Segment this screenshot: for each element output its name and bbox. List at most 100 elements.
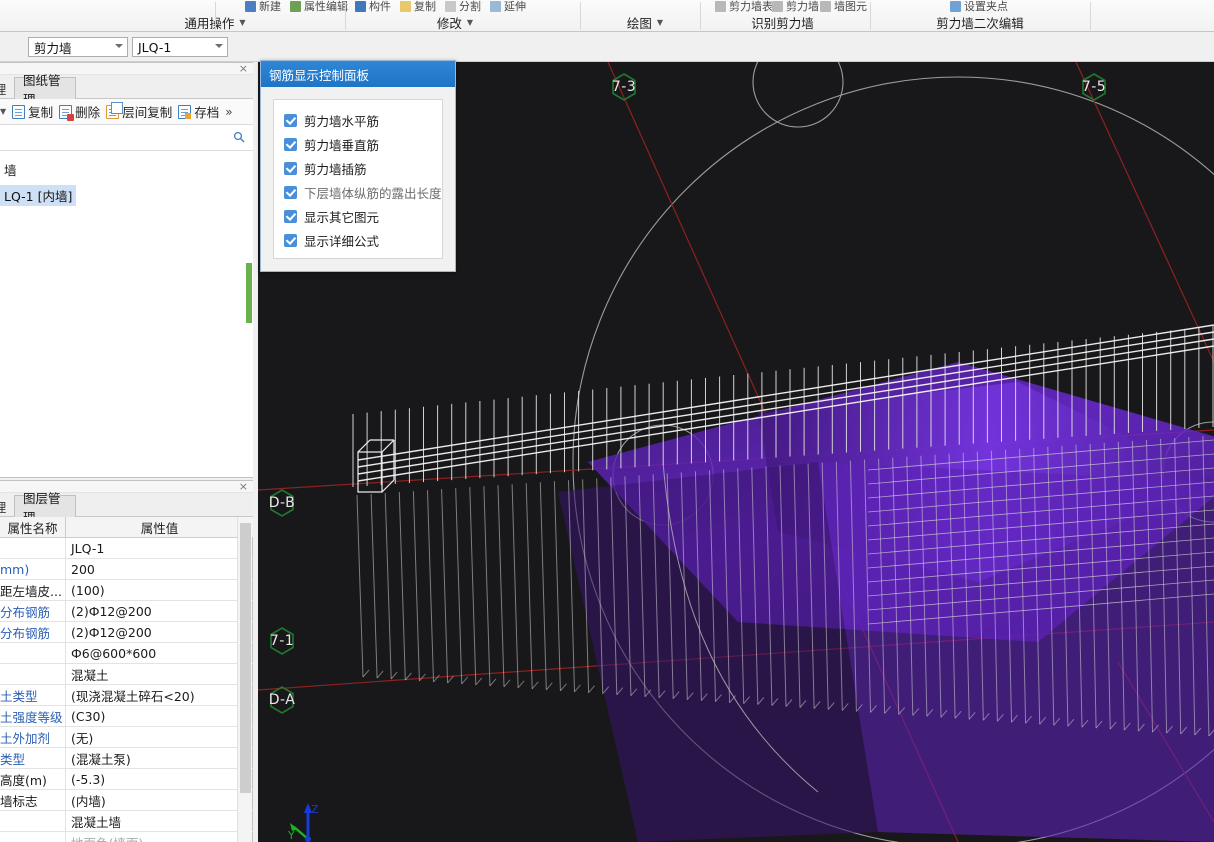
close-icon[interactable]: × xyxy=(239,481,248,492)
tree-scrollbar[interactable] xyxy=(246,63,252,477)
properties-tab-1[interactable]: 图层管理 xyxy=(14,495,76,517)
ribbon-command-9[interactable]: 设置夹点 xyxy=(950,0,1008,13)
property-value[interactable]: (无) xyxy=(66,727,253,747)
rebar-lower-dowel xyxy=(413,491,419,681)
grid-axis-label[interactable]: 7-5 xyxy=(1073,73,1115,101)
property-row[interactable]: JLQ-1 xyxy=(0,538,253,559)
grid-axis-label[interactable]: D-B xyxy=(261,489,303,517)
checkbox-checked-icon[interactable] xyxy=(284,210,297,223)
property-row[interactable]: 高度(m)(-5.3) xyxy=(0,769,253,790)
ribbon-command-7[interactable]: 剪力墙 xyxy=(772,0,819,13)
rebar-lower-dowel xyxy=(512,484,518,688)
property-row[interactable]: 混凝土墙 xyxy=(0,811,253,832)
toolbar-delete-button[interactable]: 删除 xyxy=(59,102,100,121)
property-value[interactable]: 混凝土 xyxy=(66,664,253,684)
ribbon-command-3[interactable]: 复制 xyxy=(400,0,436,13)
property-value[interactable]: JLQ-1 xyxy=(66,538,253,558)
property-value[interactable]: 混凝土墙 xyxy=(66,811,253,831)
search-icon[interactable] xyxy=(233,131,245,143)
toolbar-overflow-left[interactable]: ▼ xyxy=(0,107,6,116)
rebar-option-1[interactable]: 剪力墙垂直筋 xyxy=(284,132,442,156)
properties-scrollbar[interactable] xyxy=(237,517,252,842)
svg-text:Y: Y xyxy=(287,829,295,842)
property-value[interactable]: (内墙) xyxy=(66,790,253,810)
search-input[interactable] xyxy=(0,128,220,147)
ribbon-command-0[interactable]: 新建 xyxy=(245,0,281,13)
property-row[interactable]: 类型(混凝土泵) xyxy=(0,748,253,769)
property-row[interactable]: Ф6@600*600 xyxy=(0,643,253,664)
chevron-down-icon[interactable]: ▼ xyxy=(239,19,245,27)
tree-item-1[interactable]: LQ-1 [内墙] xyxy=(0,185,76,206)
ribbon-command-8[interactable]: 墙图元 xyxy=(820,0,867,13)
ribbon-command-4[interactable]: 分割 xyxy=(445,0,481,13)
ribbon-group-3[interactable]: 识别剪力墙 xyxy=(710,13,855,32)
drawing-manager-tab-0[interactable]: 理 xyxy=(0,77,14,99)
property-row[interactable]: 土外加剂(无) xyxy=(0,727,253,748)
ribbon-command-5[interactable]: 延伸 xyxy=(490,0,526,13)
toolbar-layer-copy-button[interactable]: 层间复制 xyxy=(106,102,172,121)
component-name-combobox[interactable]: JLQ-1 xyxy=(132,37,228,57)
property-name xyxy=(0,643,66,663)
chevron-down-icon[interactable]: ▼ xyxy=(467,19,473,27)
property-value[interactable]: (现浇混凝土碎石<20) xyxy=(66,685,253,705)
checkbox-checked-icon[interactable] xyxy=(284,114,297,127)
property-value[interactable]: (C30) xyxy=(66,706,253,726)
toolbar-archive-button[interactable]: 存档 xyxy=(178,102,219,121)
property-value[interactable]: 200 xyxy=(66,559,253,579)
property-value[interactable]: 地面负(墙面) xyxy=(66,832,253,842)
ribbon-group-2[interactable]: 绘图▼ xyxy=(590,13,700,32)
checkbox-checked-icon[interactable] xyxy=(284,186,297,199)
grid-axis-label-text: 7-5 xyxy=(1082,79,1106,95)
property-value[interactable]: (2)Ф12@200 xyxy=(66,622,253,642)
grid-axis-label[interactable]: D-A xyxy=(261,686,303,714)
toolbar-copy-button[interactable]: 复制 xyxy=(12,102,53,121)
ribbon-group-1[interactable]: 修改▼ xyxy=(400,13,510,32)
property-row[interactable]: mm)200 xyxy=(0,559,253,580)
property-row[interactable]: 土类型(现浇混凝土碎石<20) xyxy=(0,685,253,706)
property-row[interactable]: 距左墙皮...(100) xyxy=(0,580,253,601)
grid-axis-label-text: D-B xyxy=(269,495,295,511)
component-type-combobox[interactable]: 剪力墙 xyxy=(28,37,128,57)
ribbon-command-1[interactable]: 属性编辑 xyxy=(290,0,348,13)
properties-scrollbar-thumb[interactable] xyxy=(240,523,251,793)
rebar-option-0[interactable]: 剪力墙水平筋 xyxy=(284,108,442,132)
property-value[interactable]: (100) xyxy=(66,580,253,600)
control-panel-header: 钢筋显示控制面板 xyxy=(261,61,455,87)
rebar-hook xyxy=(518,681,524,688)
property-value[interactable]: Ф6@600*600 xyxy=(66,643,253,663)
rebar-option-3[interactable]: 下层墙体纵筋的露出长度 xyxy=(284,180,442,204)
selector-left-dropdown[interactable] xyxy=(0,37,12,57)
property-value[interactable]: (2)Ф12@200 xyxy=(66,601,253,621)
tree-scrollbar-thumb[interactable] xyxy=(246,263,252,323)
rebar-option-4[interactable]: 显示其它图元 xyxy=(284,204,442,228)
toolbar-overflow-button[interactable]: » xyxy=(225,105,231,119)
rebar-option-5[interactable]: 显示详细公式 xyxy=(284,228,442,252)
checkbox-checked-icon[interactable] xyxy=(284,138,297,151)
drawing-manager-tab-1[interactable]: 图纸管理 xyxy=(14,77,76,99)
property-row[interactable]: 混凝土 xyxy=(0,664,253,685)
property-row[interactable]: 分布钢筋(2)Ф12@200 xyxy=(0,622,253,643)
tree-item-0[interactable]: 墙 xyxy=(0,159,21,180)
rebar-option-2[interactable]: 剪力墙插筋 xyxy=(284,156,442,180)
ribbon-group-4[interactable]: 剪力墙二次编辑 xyxy=(890,13,1070,32)
rebar-lower-dowel xyxy=(470,487,476,685)
property-row[interactable]: 地面负(墙面) xyxy=(0,832,253,842)
property-row[interactable]: 分布钢筋(2)Ф12@200 xyxy=(0,601,253,622)
ribbon-command-2[interactable]: 构件 xyxy=(355,0,391,13)
checkbox-checked-icon[interactable] xyxy=(284,234,297,247)
checkbox-checked-icon[interactable] xyxy=(284,162,297,175)
ribbon-separator xyxy=(700,2,701,30)
grid-axis-label[interactable]: 7-3 xyxy=(603,73,645,101)
svg-text:Z: Z xyxy=(311,803,319,816)
property-value[interactable]: (-5.3) xyxy=(66,769,253,789)
property-row[interactable]: 土强度等级(C30) xyxy=(0,706,253,727)
chevron-down-icon[interactable]: ▼ xyxy=(657,19,663,27)
rebar-lower-dowel xyxy=(540,482,546,690)
property-value[interactable]: (混凝土泵) xyxy=(66,748,253,768)
grid-axis-label[interactable]: 7-1 xyxy=(261,627,303,655)
ribbon-group-labels: 通用操作▼修改▼绘图▼识别剪力墙剪力墙二次编辑 xyxy=(0,13,1214,32)
ribbon-command-6[interactable]: 剪力墙表 xyxy=(715,0,773,13)
property-row[interactable]: 墙标志(内墙) xyxy=(0,790,253,811)
grid-axis-label-text: 7-3 xyxy=(612,79,636,95)
properties-tab-0[interactable]: 理 xyxy=(0,495,14,517)
